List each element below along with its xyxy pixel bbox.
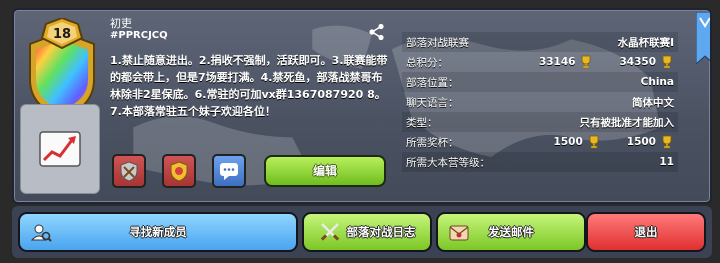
info-label: 部落对战联赛 [406, 36, 469, 49]
find-new-members-button[interactable]: 寻找新成员 [18, 212, 298, 252]
war-log-button[interactable]: 部落对战日志 [302, 212, 432, 252]
info-value: 11 [659, 156, 674, 168]
points-builder: 34350 [619, 56, 656, 68]
bookmark-icon[interactable] [695, 11, 710, 66]
chat-bubble-icon [220, 163, 238, 180]
info-label: 总积分： [406, 56, 448, 69]
info-label: 聊天语言： [406, 96, 459, 109]
send-mail-button[interactable]: 发送邮件 [436, 212, 586, 252]
trend-chart-icon [39, 131, 81, 167]
trophy-icon [589, 135, 599, 149]
clan-level: 18 [52, 27, 72, 42]
info-label: 所需大本营等级： [406, 156, 490, 169]
clan-window: 18 初吏 #PPRCJCQ 1.禁止随意进出。2.捐收不强制，活跃即可。3.联… [0, 0, 720, 263]
clan-name: 初吏 [110, 17, 132, 30]
info-row-location: 部落位置： China [402, 72, 678, 92]
info-row-total-points: 总积分： 33146 34350 [402, 52, 678, 72]
info-value: 33146 34350 [539, 55, 674, 69]
clan-tag: #PPRCJCQ [110, 30, 168, 41]
trophy-icon [582, 55, 591, 69]
gold-shield-icon [170, 161, 188, 182]
points-home: 33146 [538, 56, 576, 68]
action-bar: 寻找新成员 部落对战日志 发送邮件 退出 [12, 206, 712, 258]
crossed-swords-shield-icon [120, 161, 138, 182]
info-label: 部落位置： [406, 76, 459, 89]
clan-war-button[interactable] [112, 154, 146, 188]
silver-trophy-icon [662, 55, 672, 69]
info-row-league: 部落对战联赛 水晶杯联赛I [402, 32, 678, 52]
clan-statistics-button[interactable] [20, 104, 100, 194]
required-trophies-home: 1500 [553, 136, 583, 148]
info-row-required-townhall: 所需大本营等级： 11 [402, 152, 678, 172]
clan-chat-button[interactable] [212, 154, 246, 188]
find-new-members-label: 寻找新成员 [129, 225, 187, 239]
mail-icon [449, 225, 469, 241]
clan-info-list: 部落对战联赛 水晶杯联赛I 总积分： 33146 34350 部落位置： Chi… [402, 32, 678, 172]
info-row-required-trophies: 所需奖杯： 1500 1500 [402, 132, 678, 152]
crossed-swords-icon [320, 223, 339, 241]
send-mail-label: 发送邮件 [488, 225, 534, 239]
war-log-label: 部落对战日志 [346, 225, 416, 239]
info-value: 1500 1500 [554, 135, 674, 149]
clan-perks-button[interactable] [162, 154, 196, 188]
clan-description: 1.禁止随意进出。2.捐收不强制，活跃即可。3.联赛能带的都会带上，但是7场要打… [110, 54, 388, 118]
edit-button[interactable]: 编辑 [264, 155, 386, 187]
info-value: China [640, 76, 674, 88]
share-icon[interactable] [368, 23, 386, 41]
info-label: 所需奖杯： [406, 136, 459, 149]
leave-clan-button[interactable]: 退出 [586, 212, 706, 252]
info-value: 只有被批准才能加入 [579, 116, 675, 129]
required-trophies-builder: 1500 [626, 136, 656, 148]
info-row-type: 类型： 只有被批准才能加入 [402, 112, 678, 132]
search-person-icon [30, 224, 52, 242]
info-label: 类型： [406, 116, 438, 129]
info-row-chat-language: 聊天语言： 简体中文 [402, 92, 678, 112]
trophy-icon [662, 135, 672, 149]
leave-clan-label: 退出 [634, 225, 658, 239]
info-value: 简体中文 [632, 96, 674, 109]
info-value: 水晶杯联赛I [617, 36, 674, 49]
